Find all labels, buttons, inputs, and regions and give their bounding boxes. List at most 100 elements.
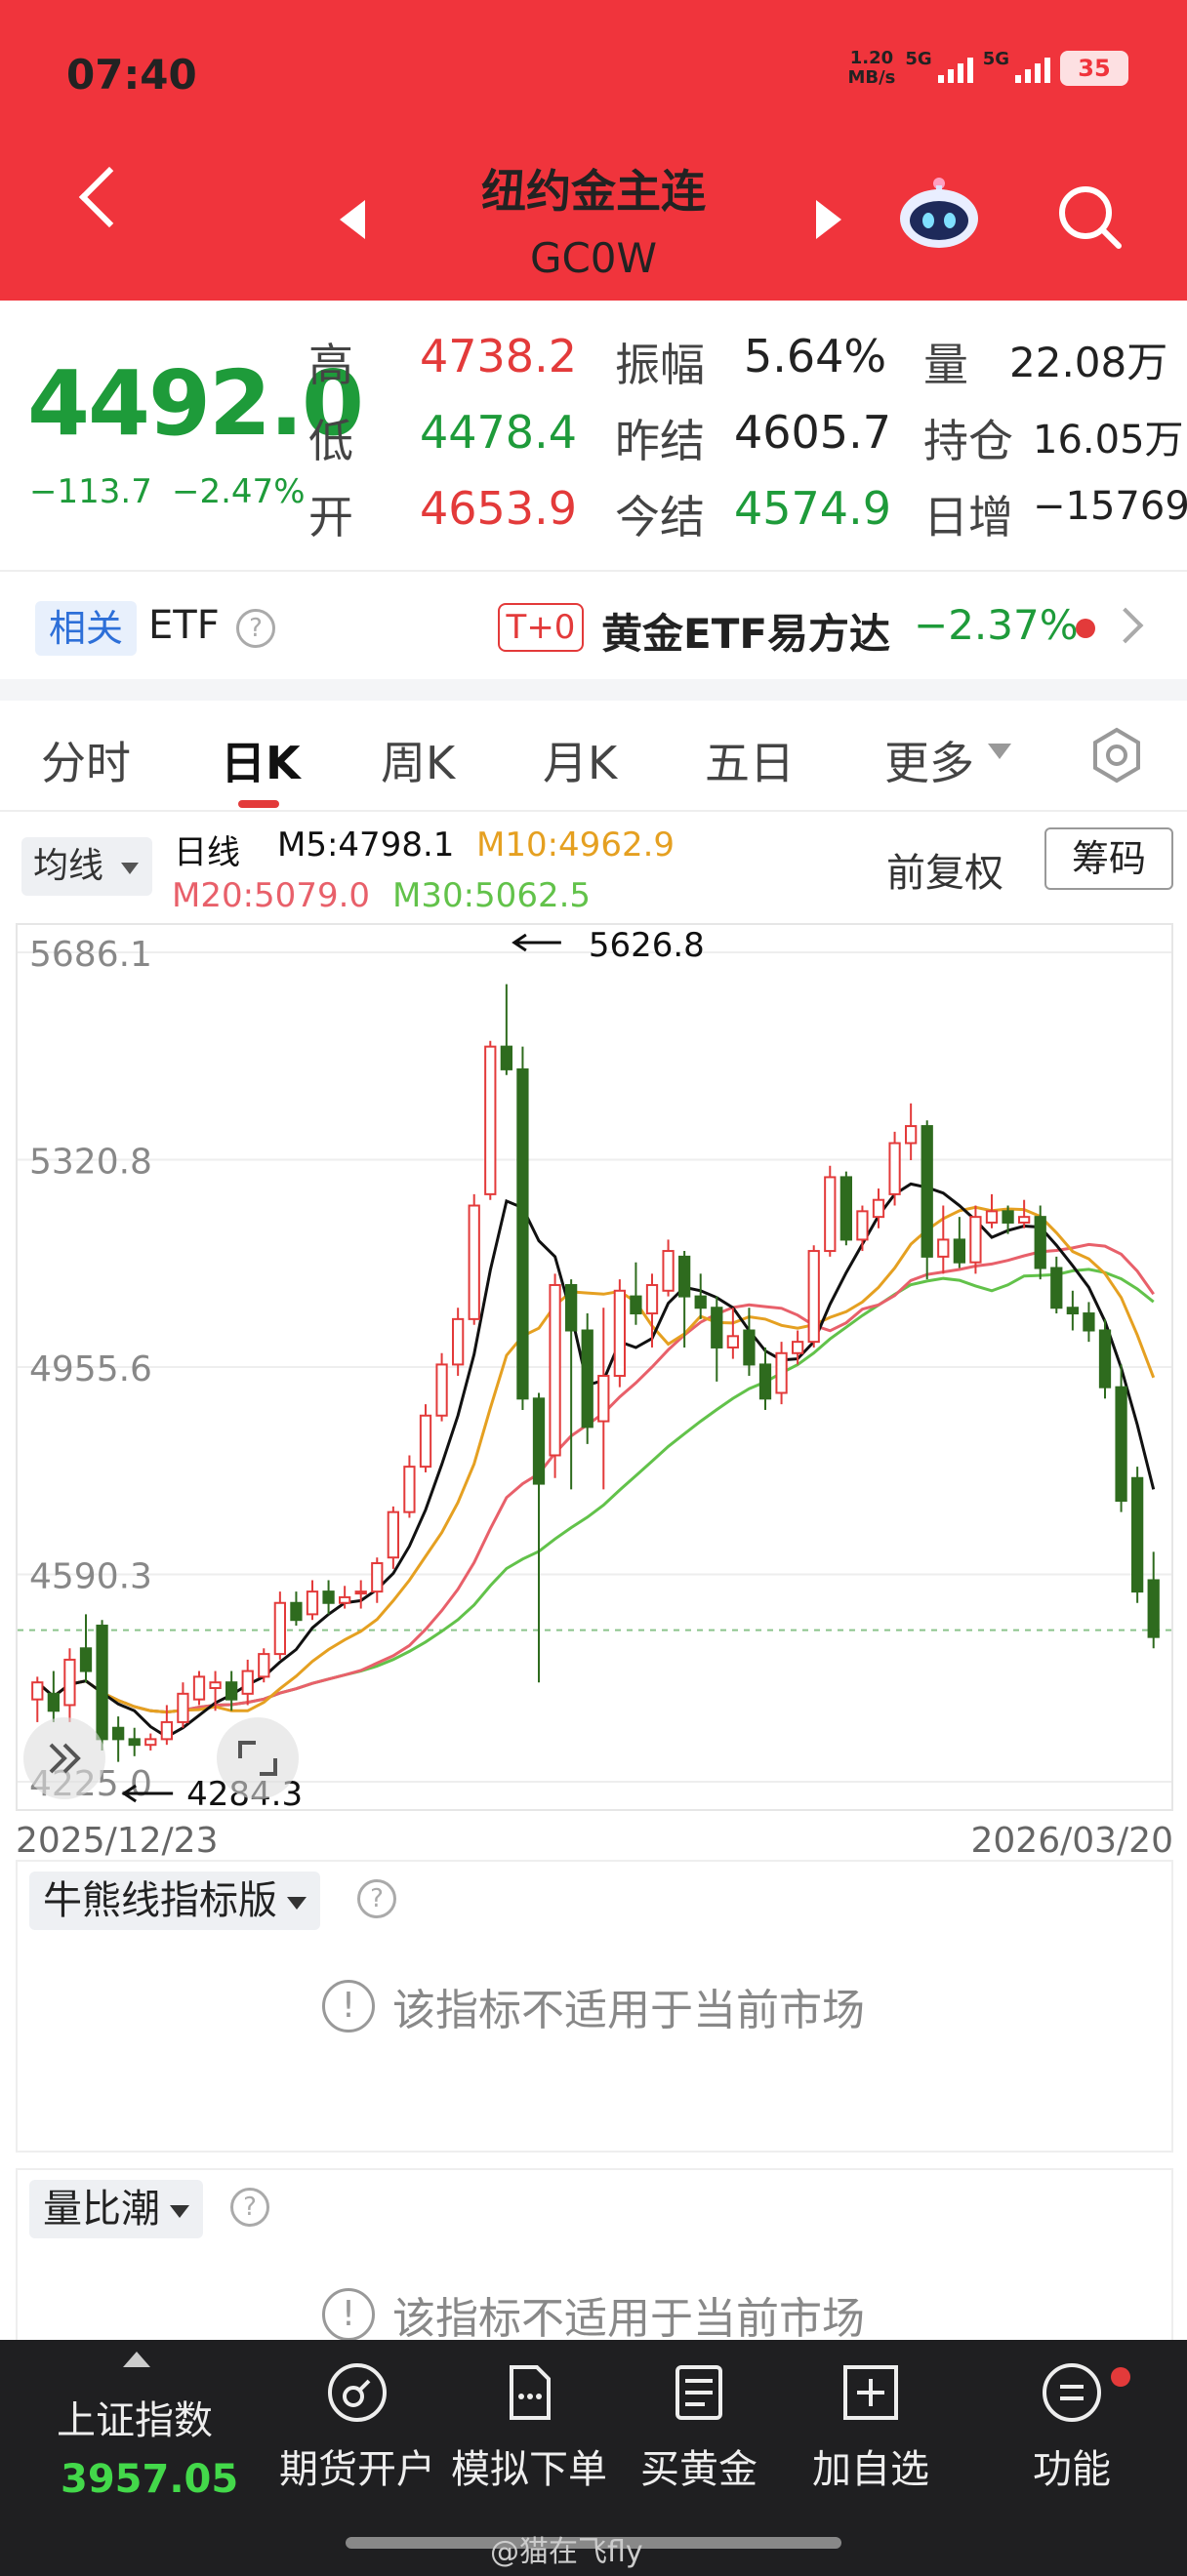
- chevron-up-icon[interactable]: [123, 2352, 150, 2367]
- candle-up: [177, 1692, 189, 1723]
- chart-settings-icon[interactable]: [1087, 726, 1146, 785]
- etf-label: ETF: [148, 603, 220, 648]
- prev-contract-button[interactable]: [340, 200, 365, 239]
- warning-icon: !: [322, 1980, 375, 2033]
- help-icon[interactable]: ?: [357, 1879, 396, 1918]
- warning-icon: !: [322, 2288, 375, 2341]
- candle-up: [435, 1363, 448, 1417]
- candle-down: [678, 1255, 691, 1298]
- amplitude-label: 振幅: [615, 339, 705, 391]
- indicator-notice-1: ! 该指标不适用于当前市场: [0, 1975, 1187, 2037]
- menu-icon: [1043, 2363, 1101, 2422]
- battery-icon: 35: [1060, 51, 1128, 86]
- ma5-value: M5:4798.1: [277, 825, 455, 865]
- candle-up: [613, 1289, 626, 1378]
- page-title: 纽约金主连: [481, 165, 706, 218]
- candle-up: [937, 1238, 950, 1258]
- nav-futures-account[interactable]: 期货开户: [269, 2361, 445, 2494]
- open-interest-label: 持仓: [923, 415, 1013, 467]
- candle-down: [290, 1601, 303, 1622]
- y-tick-label: 5686.1: [29, 935, 152, 975]
- candle-down: [1066, 1307, 1079, 1315]
- candle-up: [645, 1283, 659, 1315]
- candle-up: [597, 1375, 610, 1423]
- oi-change-label: 日增: [923, 491, 1013, 543]
- live-dot-icon: [1076, 619, 1095, 638]
- chart-start-date: 2025/12/23: [16, 1821, 219, 1861]
- etf-change-pct: −2.37%: [914, 601, 1079, 649]
- search-icon[interactable]: [1054, 181, 1125, 252]
- low-label: 低: [308, 415, 353, 467]
- fullscreen-icon[interactable]: [217, 1717, 299, 1799]
- expand-icon[interactable]: [23, 1717, 105, 1799]
- candle-up: [452, 1317, 465, 1366]
- buy-gold-icon: [675, 2365, 722, 2420]
- index-value: 3957.05: [61, 2457, 239, 2502]
- candle-down: [532, 1397, 546, 1485]
- nav-add-watchlist[interactable]: 加自选: [783, 2361, 959, 2494]
- candle-up: [792, 1341, 804, 1354]
- help-icon[interactable]: ?: [236, 609, 275, 648]
- related-tag: 相关: [35, 601, 137, 656]
- add-watch-icon: [843, 2365, 898, 2420]
- candle-down: [225, 1681, 238, 1701]
- etf-name-link[interactable]: 黄金ETF易方达: [601, 601, 890, 661]
- tab-monthly-k[interactable]: 月K: [543, 728, 617, 792]
- tab-five-day[interactable]: 五日: [705, 728, 795, 792]
- candle-down: [1098, 1329, 1112, 1389]
- candle-up: [726, 1335, 739, 1348]
- nav-buy-gold[interactable]: 买黄金: [611, 2361, 787, 2494]
- status-time: 07:40: [66, 51, 197, 99]
- candle-up: [209, 1681, 222, 1690]
- high-label: 高: [308, 339, 353, 391]
- nav-sim-order[interactable]: 模拟下单: [441, 2361, 617, 2494]
- candle-up: [31, 1681, 44, 1701]
- price-change-pct: −2.47%: [172, 472, 306, 511]
- candle-down: [953, 1238, 965, 1264]
- candle-down: [711, 1307, 723, 1348]
- candle-down: [1050, 1267, 1063, 1309]
- status-icons: 1.20 MB/s 5G 5G 35: [847, 49, 1128, 88]
- candle-down: [1115, 1386, 1127, 1503]
- chevron-down-icon: [988, 744, 1011, 759]
- candle-up: [354, 1590, 367, 1595]
- signal-icon: [1015, 54, 1050, 83]
- tab-weekly-k[interactable]: 周K: [381, 728, 455, 792]
- notification-dot-icon: [1111, 2367, 1130, 2387]
- active-tab-indicator: [238, 800, 279, 808]
- ma-select[interactable]: 均线: [21, 837, 152, 896]
- adjust-mode-button[interactable]: 前复权: [886, 841, 1003, 898]
- kline-chart[interactable]: 5686.15320.84955.64590.34225.0 5626.8428…: [16, 923, 1173, 1811]
- candle-down: [839, 1176, 852, 1241]
- next-contract-button[interactable]: [816, 200, 841, 239]
- candle-up: [662, 1250, 675, 1292]
- tab-daily-k[interactable]: 日K: [221, 728, 301, 792]
- open-label: 开: [308, 491, 353, 543]
- candle-down: [1131, 1476, 1144, 1593]
- nav-functions[interactable]: 功能: [984, 2361, 1160, 2494]
- chevron-right-icon[interactable]: [1107, 607, 1144, 644]
- help-icon[interactable]: ?: [230, 2188, 269, 2227]
- assistant-robot-icon[interactable]: [896, 176, 982, 250]
- ma30-value: M30:5062.5: [392, 876, 592, 915]
- low-value: 4478.4: [420, 406, 577, 459]
- index-name[interactable]: 上证指数: [57, 2389, 213, 2445]
- candle-up: [241, 1670, 254, 1695]
- candle-down: [1147, 1579, 1160, 1638]
- chips-button[interactable]: 筹码: [1044, 827, 1173, 890]
- ma20-value: M20:5079.0: [172, 876, 371, 915]
- candle-down: [516, 1067, 529, 1400]
- signal-label-2: 5G: [982, 49, 1009, 69]
- candle-down: [1083, 1312, 1095, 1332]
- candle-up: [468, 1204, 480, 1320]
- tab-intraday[interactable]: 分时: [41, 728, 131, 792]
- indicator-select-1[interactable]: 牛熊线指标版: [29, 1872, 320, 1930]
- divider: [0, 570, 1187, 572]
- candle-down: [921, 1125, 933, 1258]
- candle-up: [258, 1653, 270, 1678]
- tab-more[interactable]: 更多: [884, 728, 974, 792]
- indicator-select-2[interactable]: 量比潮: [29, 2180, 203, 2238]
- period-label: 日线: [174, 833, 240, 872]
- amplitude-value: 5.64%: [744, 330, 887, 382]
- candle-up: [160, 1720, 173, 1741]
